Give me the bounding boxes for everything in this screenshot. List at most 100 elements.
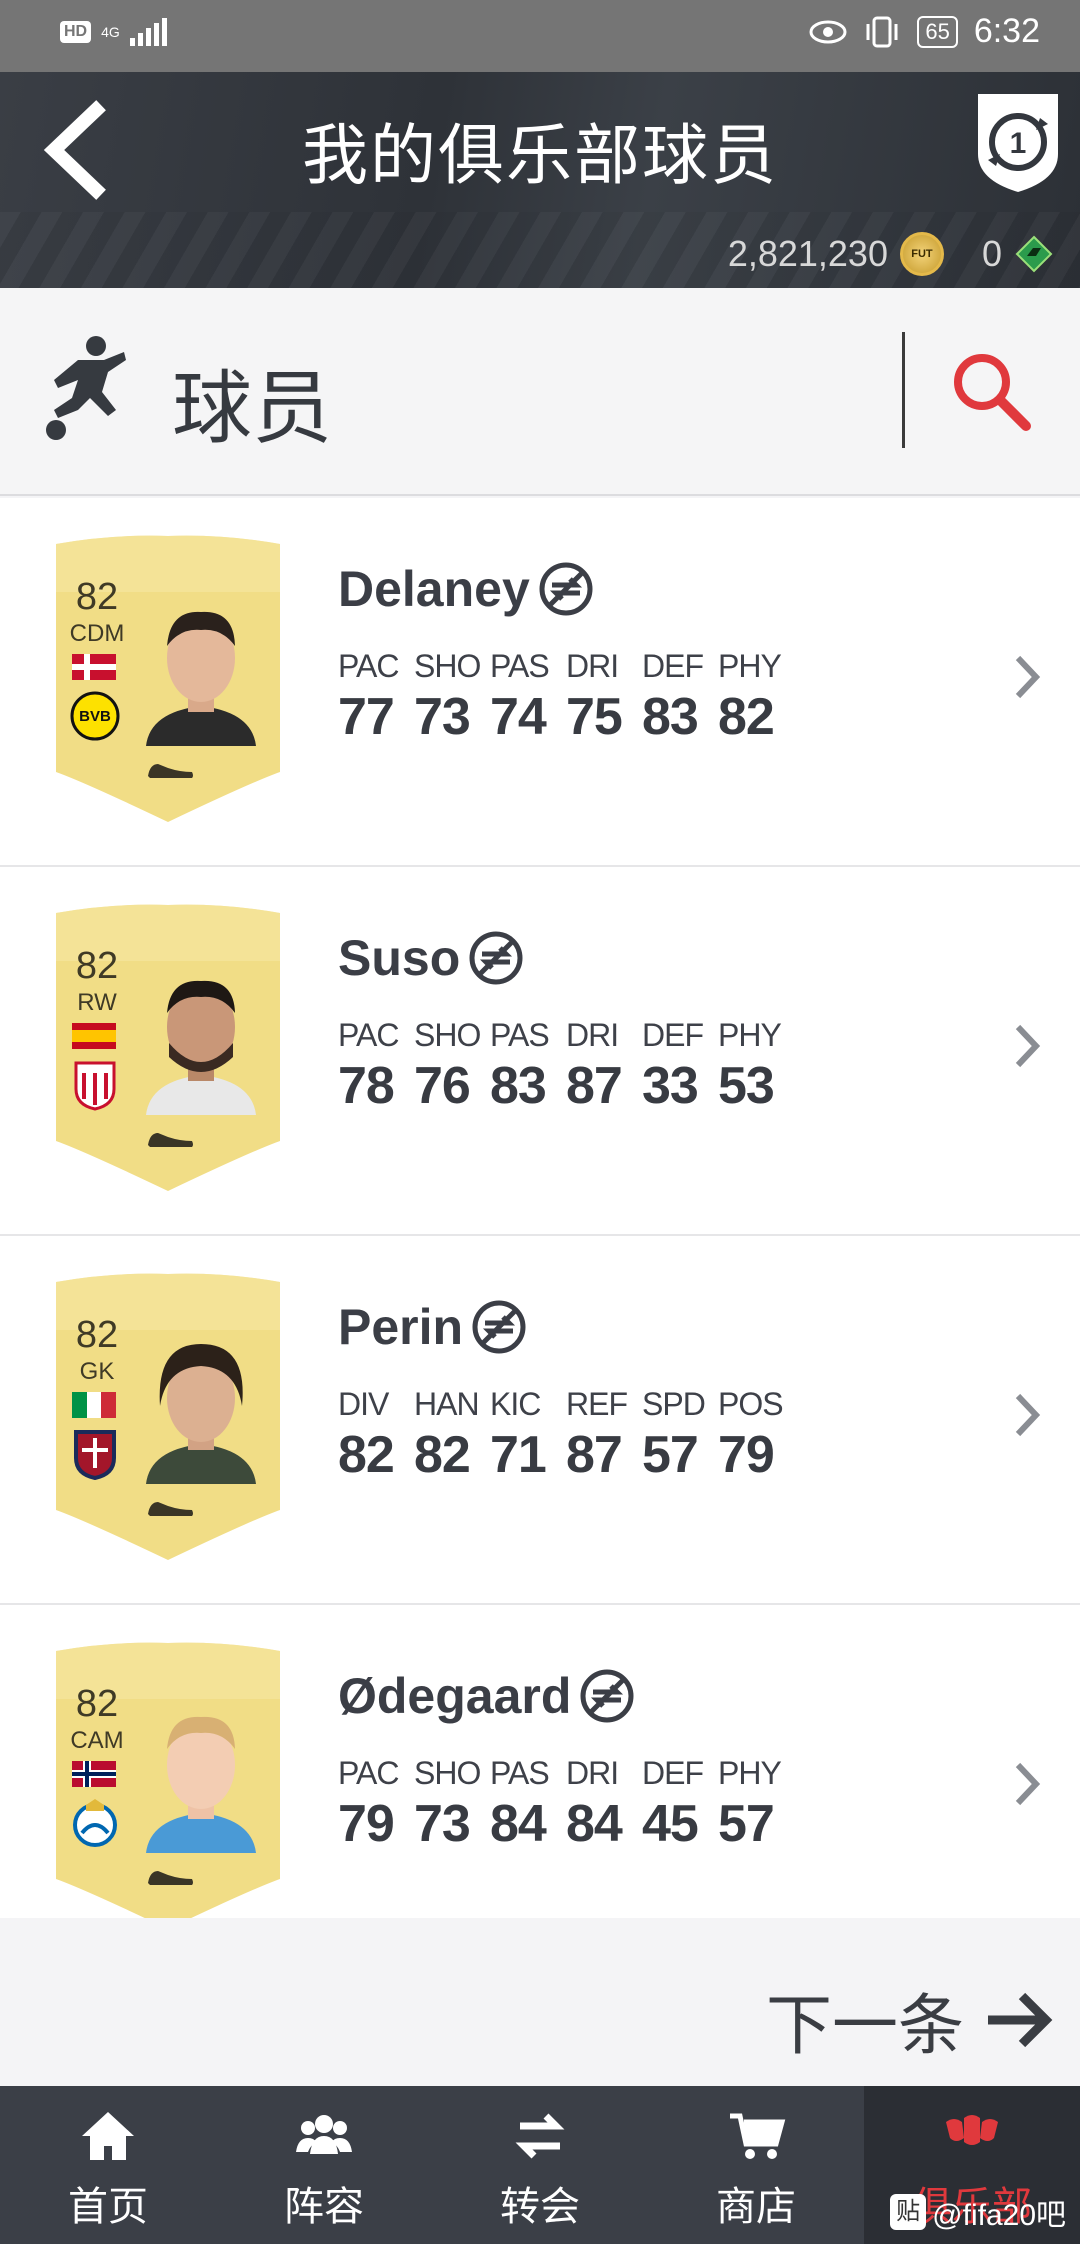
stat-label: DRI bbox=[566, 648, 619, 684]
stat-value: 78 bbox=[338, 1057, 395, 1115]
player-name-row: Delaney bbox=[338, 560, 594, 618]
nav-home[interactable]: 首页 bbox=[0, 2086, 216, 2244]
card-rating: 82 bbox=[75, 1314, 119, 1356]
boot-icon bbox=[148, 1133, 193, 1147]
stat-value: 53 bbox=[718, 1057, 775, 1115]
card-position: CAM bbox=[70, 1727, 124, 1754]
player-card: 82 CDM BVB bbox=[52, 532, 284, 822]
arrow-right-icon bbox=[988, 1992, 1053, 2048]
flag-norway-icon bbox=[72, 1761, 116, 1787]
stat-label: PAC bbox=[338, 648, 399, 684]
stat-label: PAC bbox=[338, 1017, 399, 1053]
fifa-points-icon bbox=[1015, 235, 1053, 273]
club-badge-genoa-icon bbox=[74, 1430, 116, 1480]
status-bar: HD 4G 65 6:32 bbox=[0, 0, 1080, 72]
stat-label: PHY bbox=[718, 1755, 782, 1791]
flag-italy-icon bbox=[72, 1392, 116, 1418]
player-name: Suso bbox=[338, 930, 461, 986]
next-page-label: 下一条 bbox=[766, 1987, 964, 2064]
stat-value: 84 bbox=[490, 1795, 547, 1853]
stat-label: DIV bbox=[338, 1386, 389, 1422]
nav-label: 首页 bbox=[68, 2184, 148, 2230]
player-row[interactable]: 82 RW Suso PAC 78 SHO 76 PAS 83 DRI 87 DEF 33… bbox=[0, 867, 1080, 1236]
chevron-right-icon[interactable] bbox=[1010, 1757, 1044, 1811]
player-portrait bbox=[146, 1344, 256, 1484]
chevron-right-icon[interactable] bbox=[1010, 650, 1044, 704]
section-header: 球员 bbox=[0, 288, 1080, 496]
nav-transfers[interactable]: 转会 bbox=[432, 2086, 648, 2244]
next-page-button[interactable]: 下一条 bbox=[766, 1972, 1054, 2068]
stat-value: 74 bbox=[490, 688, 547, 746]
player-card: 82 CAM bbox=[52, 1639, 284, 1929]
stat-label: POS bbox=[718, 1386, 784, 1422]
stat-value: 45 bbox=[642, 1795, 699, 1853]
search-icon[interactable] bbox=[948, 348, 1032, 432]
stat-value: 73 bbox=[414, 688, 471, 746]
stat-value: 79 bbox=[718, 1426, 775, 1484]
stat-value: 33 bbox=[642, 1057, 699, 1115]
stat-value: 77 bbox=[338, 688, 395, 746]
flag-spain-icon bbox=[72, 1023, 116, 1049]
player-row[interactable]: 82 GK Perin DIV 82 HAN 82 KIC 71 REF 87 SPD 5… bbox=[0, 1236, 1080, 1605]
player-portrait bbox=[146, 611, 256, 746]
card-position: RW bbox=[77, 989, 117, 1016]
stat-label: PAS bbox=[490, 1017, 550, 1053]
stat-label: KIC bbox=[490, 1386, 541, 1422]
stat-label: REF bbox=[566, 1386, 628, 1422]
stat-label: DEF bbox=[642, 1017, 704, 1053]
untradeable-icon bbox=[539, 562, 593, 616]
club-icon bbox=[946, 2115, 998, 2145]
clock: 6:32 bbox=[973, 12, 1040, 50]
player-stats: DIV 82 HAN 82 KIC 71 REF 87 SPD 57 POS 79 bbox=[338, 1386, 794, 1485]
player-list: 82 CDM BVB Delaney PAC 77 SHO 73 PAS 74 DRI… bbox=[0, 498, 1080, 1949]
boot-icon bbox=[148, 1502, 193, 1516]
stat-label: PHY bbox=[718, 648, 782, 684]
stat-value: 87 bbox=[566, 1057, 623, 1115]
stat-label: PHY bbox=[718, 1017, 782, 1053]
divider bbox=[902, 332, 905, 448]
stat-value: 76 bbox=[414, 1057, 471, 1115]
player-name: Perin bbox=[338, 1299, 464, 1355]
stat-label: PAS bbox=[490, 1755, 550, 1791]
stat-label: PAC bbox=[338, 1755, 399, 1791]
player-row[interactable]: 82 CDM BVB Delaney PAC 77 SHO 73 PAS 74 DRI… bbox=[0, 498, 1080, 867]
stat-value: 57 bbox=[718, 1795, 775, 1853]
stat-value: 79 bbox=[338, 1795, 395, 1853]
stat-label: HAN bbox=[414, 1386, 480, 1422]
nav-squad[interactable]: 阵容 bbox=[216, 2086, 432, 2244]
stat-value: 82 bbox=[414, 1426, 471, 1484]
player-name: Delaney bbox=[338, 561, 530, 617]
stat-value: 71 bbox=[490, 1426, 547, 1484]
eye-icon bbox=[809, 20, 847, 43]
card-rating: 82 bbox=[75, 576, 119, 618]
signal-icon bbox=[129, 18, 167, 46]
coin-balance: 2,821,230 bbox=[727, 233, 888, 274]
player-row[interactable]: 82 CAM Ødegaard PAC 79 SHO 73 PAS 84 DRI 84 … bbox=[0, 1605, 1080, 1949]
section-title: 球员 bbox=[172, 362, 332, 455]
network-type: 4G bbox=[101, 24, 120, 40]
nav-store[interactable]: 商店 bbox=[648, 2086, 864, 2244]
vibrate-icon bbox=[866, 16, 898, 47]
card-rating: 82 bbox=[75, 945, 119, 987]
player-stats: PAC 77 SHO 73 PAS 74 DRI 75 DEF 83 PHY 82 bbox=[338, 648, 794, 747]
stat-label: SHO bbox=[414, 1017, 481, 1053]
hd-icon: HD bbox=[60, 21, 92, 43]
chevron-right-icon[interactable] bbox=[1010, 1388, 1044, 1442]
club-badge-real-sociedad-icon bbox=[73, 1799, 117, 1847]
stat-value: 75 bbox=[566, 688, 623, 746]
chevron-right-icon[interactable] bbox=[1010, 1019, 1044, 1073]
card-position: GK bbox=[79, 1358, 115, 1385]
stat-value: 84 bbox=[566, 1795, 623, 1853]
pagination-bar: 下一条 bbox=[0, 1918, 1080, 2086]
untradeable-icon bbox=[469, 931, 523, 985]
stat-value: 57 bbox=[642, 1426, 699, 1484]
season-objectives-icon[interactable]: 1 bbox=[970, 84, 1066, 194]
player-name-row: Suso bbox=[338, 929, 524, 987]
player-portrait bbox=[146, 980, 256, 1115]
points-balance: 0 bbox=[981, 233, 1002, 274]
store-icon bbox=[730, 2113, 786, 2159]
untradeable-icon bbox=[472, 1300, 526, 1354]
boot-icon bbox=[148, 764, 193, 778]
transfers-icon bbox=[515, 2113, 565, 2159]
svg-text:1: 1 bbox=[1010, 127, 1027, 160]
